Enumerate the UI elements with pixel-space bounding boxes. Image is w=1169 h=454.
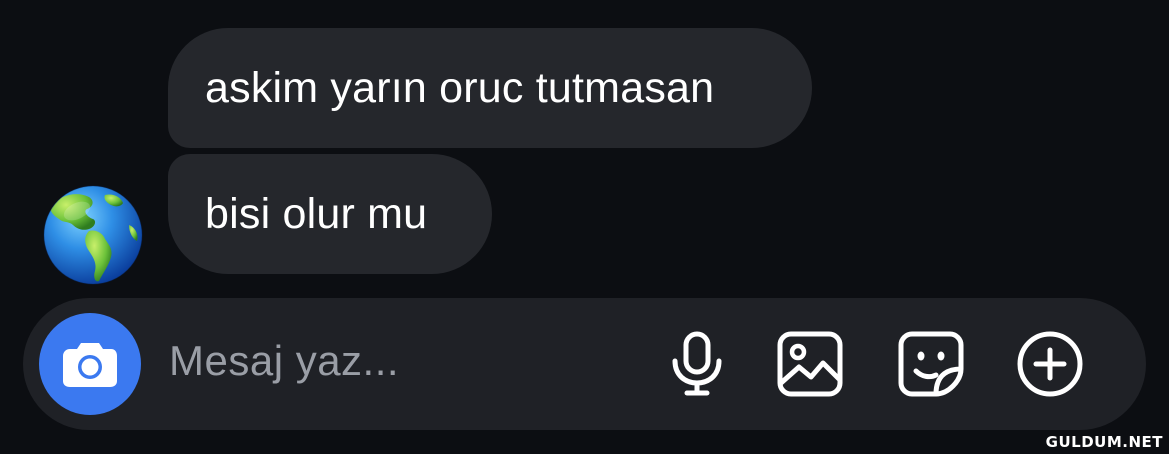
- message-bubble[interactable]: bisi olur mu: [168, 154, 492, 274]
- watermark: GULDUM.NET: [1045, 433, 1163, 451]
- camera-button[interactable]: [39, 313, 141, 415]
- more-button[interactable]: [1016, 330, 1084, 398]
- image-icon: [777, 331, 843, 397]
- message-text: bisi olur mu: [205, 189, 428, 238]
- plus-circle-icon: [1017, 331, 1083, 397]
- sticker-icon: [898, 331, 964, 397]
- camera-icon: [63, 343, 117, 387]
- sticker-button[interactable]: [897, 330, 965, 398]
- microphone-button[interactable]: [663, 330, 731, 398]
- message-text: askim yarın oruc tutmasan: [205, 63, 715, 112]
- globe-americas-icon: [43, 185, 143, 285]
- message-bubble[interactable]: askim yarın oruc tutmasan: [168, 28, 812, 148]
- microphone-icon: [672, 331, 722, 396]
- gallery-button[interactable]: [776, 330, 844, 398]
- message-input[interactable]: Mesaj yaz...: [169, 340, 399, 382]
- avatar[interactable]: [43, 185, 143, 285]
